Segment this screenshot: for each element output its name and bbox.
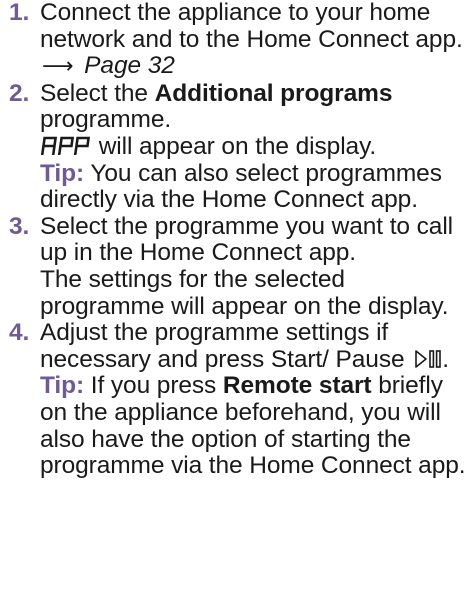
step-4-text-a: Adjust the programme settings if necessa… xyxy=(40,319,412,373)
step-2: 2. Select the Additional programs progra… xyxy=(0,79,466,214)
arrow-right-icon: ⟶ xyxy=(42,54,74,80)
tip-label: Tip: xyxy=(40,372,85,400)
step-3-text-b: The settings for the selected programme … xyxy=(40,265,449,320)
instruction-steps: 1. Connect the appliance to your home ne… xyxy=(0,0,466,480)
app-display-code xyxy=(40,135,90,155)
step-number: 2. xyxy=(9,79,30,107)
tip: Tip: You can also select programmes dire… xyxy=(40,159,466,214)
step-2-text-b: programme. xyxy=(40,106,172,134)
step-number: 3. xyxy=(9,212,30,240)
display-message: will appear on the display. xyxy=(92,132,377,160)
tip-label: Tip: xyxy=(40,159,85,187)
tip-text: You can also select programmes directly … xyxy=(40,159,442,214)
step-1-text: Connect the appliance to your home netwo… xyxy=(40,0,463,53)
page-reference-link[interactable]: Page 32 xyxy=(84,52,175,79)
tip: Tip: If you press Remote start briefly o… xyxy=(40,373,466,479)
step-1: 1. Connect the appliance to your home ne… xyxy=(0,0,466,81)
start-pause-icon xyxy=(414,349,442,369)
step-number: 1. xyxy=(9,0,30,26)
step-text: Connect the appliance to your home netwo… xyxy=(40,0,466,81)
step-4-text-b: . xyxy=(442,345,449,373)
step-text: Adjust the programme settings if necessa… xyxy=(40,319,466,373)
tip-text-a: If you press xyxy=(84,372,223,400)
step-4: 4. Adjust the programme settings if nece… xyxy=(0,319,466,480)
remote-start-label: Remote start xyxy=(222,372,372,400)
programme-name: Additional programs xyxy=(154,79,393,107)
step-2-text-a: Select the xyxy=(40,79,155,107)
step-3-text-a: Select the programme you want to call up… xyxy=(40,212,454,267)
step-text: Select the Additional programs programme… xyxy=(40,79,466,134)
step-3: 3. Select the programme you want to call… xyxy=(0,212,466,320)
step-number: 4. xyxy=(9,319,30,347)
display-result: will appear on the display. xyxy=(40,132,466,161)
